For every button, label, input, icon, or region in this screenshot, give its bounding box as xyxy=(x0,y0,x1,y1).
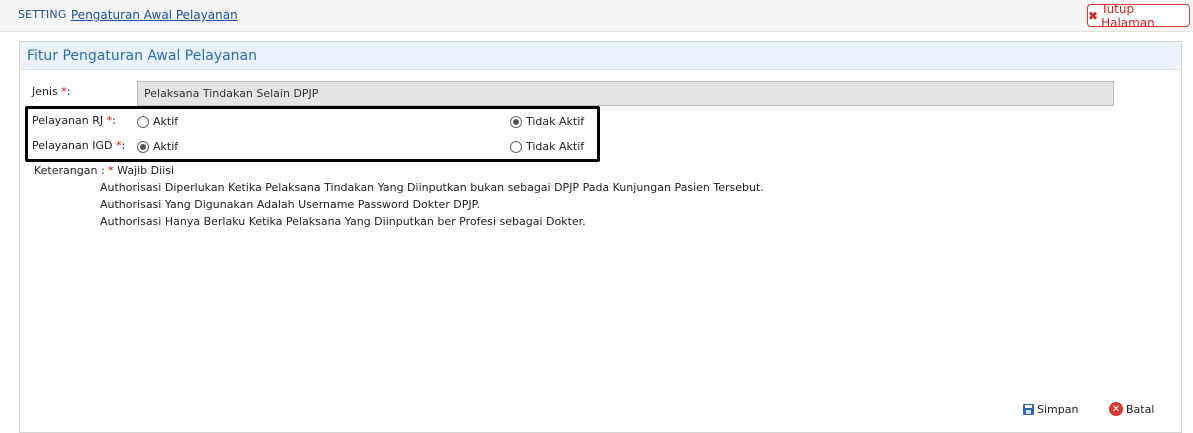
igd-radio-tidak-aktif[interactable]: Tidak Aktif xyxy=(510,140,584,153)
keterangan-line-3: Authorisasi Hanya Berlaku Ketika Pelaksa… xyxy=(100,215,586,228)
close-icon: ✖ xyxy=(1088,8,1099,23)
breadcrumb-link[interactable]: Pengaturan Awal Pelayanan xyxy=(71,8,238,22)
settings-panel: Fitur Pengaturan Awal Pelayanan Jenis *:… xyxy=(19,41,1182,433)
panel-header: Fitur Pengaturan Awal Pelayanan xyxy=(20,42,1181,70)
radio-unchecked-icon xyxy=(137,115,149,128)
keterangan-label: Keterangan : * Wajib Diisi xyxy=(34,164,175,177)
keterangan-line-1: Authorisasi Diperlukan Ketika Pelaksana … xyxy=(100,181,764,194)
rj-label: Pelayanan RJ *: xyxy=(32,114,116,127)
cancel-button[interactable]: ✕ Batal xyxy=(1109,402,1154,416)
jenis-value: Pelaksana Tindakan Selain DPJP xyxy=(144,87,319,100)
rj-radio-aktif[interactable]: Aktif xyxy=(137,115,178,128)
radio-checked-icon xyxy=(510,115,522,128)
radio-unchecked-icon xyxy=(510,140,522,153)
jenis-label: Jenis *: xyxy=(32,85,71,98)
radio-checked-icon xyxy=(137,140,149,153)
save-icon xyxy=(1023,404,1034,415)
jenis-field[interactable]: Pelaksana Tindakan Selain DPJP xyxy=(137,81,1114,106)
rj-radio-tidak-aktif[interactable]: Tidak Aktif xyxy=(510,115,584,128)
close-page-label: Tutup Halaman xyxy=(1101,1,1155,30)
close-page-button[interactable]: ✖ Tutup Halaman xyxy=(1087,1,1190,30)
igd-radio-aktif[interactable]: Aktif xyxy=(137,140,178,153)
panel-title: Fitur Pengaturan Awal Pelayanan xyxy=(27,47,258,64)
save-button[interactable]: Simpan xyxy=(1023,403,1078,416)
cancel-icon: ✕ xyxy=(1109,402,1123,416)
keterangan-line-2: Authorisasi Yang Digunakan Adalah Userna… xyxy=(100,198,481,211)
igd-label: Pelayanan IGD *: xyxy=(32,139,126,152)
top-header-bar: SETTING Pengaturan Awal Pelayanan ✖ Tutu… xyxy=(0,0,1193,32)
breadcrumb-section: SETTING xyxy=(18,8,67,21)
